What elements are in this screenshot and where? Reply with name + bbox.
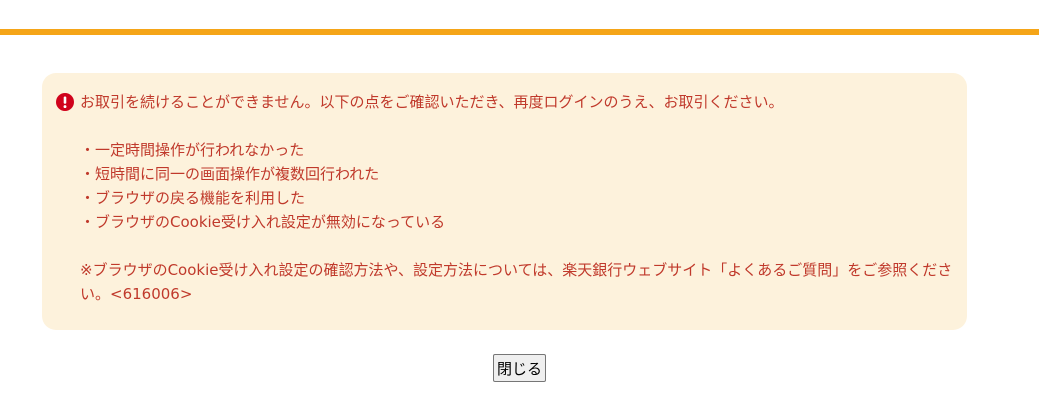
close-button-container: 閉じる <box>0 354 1039 382</box>
close-button[interactable]: 閉じる <box>492 354 546 382</box>
reason-list: ・一定時間操作が行われなかった ・短時間に同一の画面操作が複数回行われた ・ブラ… <box>56 138 947 234</box>
error-message-box: お取引を続けることができません。以下の点をご確認いただき、再度ログインのうえ、お… <box>42 73 967 330</box>
error-message-text: お取引を続けることができません。以下の点をご確認いただき、再度ログインのうえ、お… <box>80 93 784 111</box>
top-accent-bar <box>0 29 1039 35</box>
reason-item: ・短時間に同一の画面操作が複数回行われた <box>80 165 380 183</box>
reason-item: ・ブラウザのCookie受け入れ設定が無効になっている <box>80 213 446 231</box>
cookie-note: ※ブラウザのCookie受け入れ設定の確認方法や、設定方法については、楽天銀行ウ… <box>80 261 953 303</box>
exclamation-circle-icon <box>56 93 74 111</box>
reason-item: ・一定時間操作が行われなかった <box>80 141 305 159</box>
error-headline: お取引を続けることができません。以下の点をご確認いただき、再度ログインのうえ、お… <box>56 90 947 114</box>
reason-item: ・ブラウザの戻る機能を利用した <box>80 189 306 207</box>
